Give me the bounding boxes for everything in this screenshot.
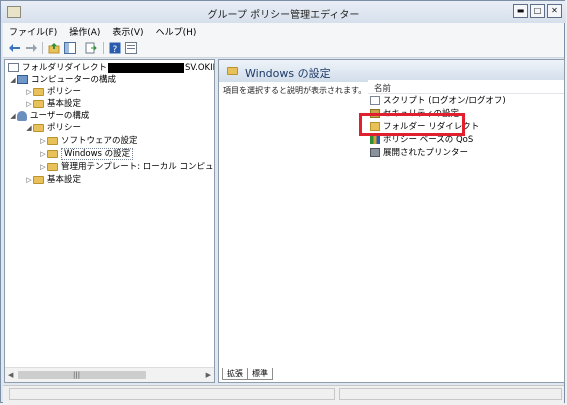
tree-item-computer-prefs[interactable]: ▷ 基本設定 — [25, 98, 81, 110]
highlight-box — [359, 113, 465, 136]
expand-arrow-icon[interactable]: ▷ — [25, 174, 33, 186]
details-header: Windows の設定 — [219, 60, 564, 82]
status-panel — [9, 388, 335, 400]
scroll-grip-icon: ||| — [73, 371, 81, 379]
folder-icon — [33, 87, 44, 96]
tree-item-admin-templates[interactable]: ▷管理用テンプレート: ローカル コンピューターか — [39, 161, 214, 173]
status-bar — [3, 385, 564, 403]
menu-help[interactable]: ヘルプ(H) — [150, 23, 203, 39]
tab-extended[interactable]: 拡張 — [222, 368, 248, 380]
collapse-arrow-icon[interactable]: ◢ — [25, 122, 33, 134]
description-text: 項目を選択すると説明が表示されます。 — [223, 86, 367, 95]
tree-item-software-settings[interactable]: ▷ ソフトウェアの設定 — [39, 135, 137, 147]
show-hide-tree-icon[interactable] — [64, 42, 76, 54]
tree-pane[interactable]: フォルダリダイレクトSV.OKINAWA.LO ◢コンピューターの構成 ▷ポリシ… — [4, 59, 215, 383]
scroll-left-icon[interactable]: ◀ — [8, 371, 13, 379]
menu-bar: ファイル(F) 操作(A) 表示(V) ヘルプ(H) — [3, 23, 564, 39]
tree-item-computer-config[interactable]: ◢ コンピューターの構成 — [9, 74, 116, 86]
title-bar[interactable]: グループ ポリシー管理エディター ▬ □ ✕ — [1, 1, 566, 23]
tree-item-user-prefs[interactable]: ▷ 基本設定 — [25, 174, 81, 186]
printer-icon — [370, 148, 380, 157]
expand-arrow-icon[interactable]: ▷ — [39, 135, 47, 147]
folder-icon — [227, 67, 238, 75]
status-panel — [339, 388, 562, 400]
up-folder-icon[interactable] — [48, 42, 60, 54]
list-item-scripts[interactable]: スクリプト (ログオン/ログオフ) — [370, 95, 506, 107]
script-icon — [370, 96, 380, 105]
menu-action[interactable]: 操作(A) — [63, 23, 106, 39]
selected-label: Windows の設定 — [61, 148, 134, 160]
back-icon[interactable] — [9, 42, 21, 54]
horizontal-scrollbar[interactable]: ◀ ||| ▶ — [5, 367, 214, 382]
column-header-name[interactable]: 名前 — [368, 80, 564, 94]
folder-icon — [33, 123, 44, 132]
forward-icon[interactable] — [25, 42, 37, 54]
tree-item-user-config[interactable]: ◢ ユーザーの構成 — [9, 110, 89, 122]
scroll-right-icon[interactable]: ▶ — [206, 371, 211, 379]
help-icon[interactable]: ? — [109, 42, 121, 54]
toolbar-separator — [103, 42, 104, 54]
tab-standard[interactable]: 標準 — [247, 368, 273, 380]
toolbar: ? — [3, 39, 564, 58]
expand-arrow-icon[interactable]: ▷ — [39, 148, 47, 160]
close-button[interactable]: ✕ — [547, 4, 562, 18]
export-list-icon[interactable] — [85, 42, 97, 54]
svg-text:?: ? — [113, 45, 118, 54]
menu-file[interactable]: ファイル(F) — [3, 23, 63, 39]
main-window: グループ ポリシー管理エディター ▬ □ ✕ ファイル(F) 操作(A) 表示(… — [0, 0, 566, 403]
minimize-button[interactable]: ▬ — [513, 4, 528, 18]
collapse-arrow-icon[interactable]: ◢ — [9, 110, 17, 122]
computer-icon — [17, 75, 28, 84]
expand-arrow-icon[interactable]: ▷ — [25, 98, 33, 110]
window-title: グループ ポリシー管理エディター — [207, 10, 360, 21]
tree-item-computer-policy[interactable]: ▷ ポリシー — [25, 86, 81, 98]
folder-icon — [47, 149, 58, 158]
redacted-block — [108, 62, 185, 73]
tree-item-user-policy[interactable]: ◢ ポリシー — [25, 122, 81, 134]
folder-icon — [47, 162, 58, 171]
gpo-icon — [8, 63, 19, 72]
folder-icon — [33, 99, 44, 108]
properties-icon[interactable] — [125, 42, 137, 54]
scroll-thumb[interactable] — [18, 371, 146, 379]
user-icon — [17, 110, 27, 121]
window-controls: ▬ □ ✕ — [513, 4, 562, 18]
tree-item-windows-settings[interactable]: ▷ Windows の設定 — [39, 148, 134, 160]
list-item-deployed-printers[interactable]: 展開されたプリンター — [370, 147, 468, 159]
collapse-arrow-icon[interactable]: ◢ — [9, 74, 17, 86]
tree-root[interactable]: フォルダリダイレクトSV.OKINAWA.LO — [8, 62, 214, 74]
view-tabs: 拡張 標準 — [218, 367, 278, 381]
expand-arrow-icon[interactable]: ▷ — [39, 161, 47, 173]
details-title: Windows の設定 — [245, 67, 331, 80]
folder-icon — [47, 136, 58, 145]
menu-view[interactable]: 表示(V) — [106, 23, 149, 39]
folder-icon — [33, 175, 44, 184]
toolbar-separator — [42, 42, 43, 54]
expand-arrow-icon[interactable]: ▷ — [25, 86, 33, 98]
details-pane: Windows の設定 項目を選択すると説明が表示されます。 名前 スクリプト … — [218, 59, 565, 383]
qos-chart-icon — [370, 135, 380, 144]
restore-button[interactable]: □ — [530, 4, 545, 18]
